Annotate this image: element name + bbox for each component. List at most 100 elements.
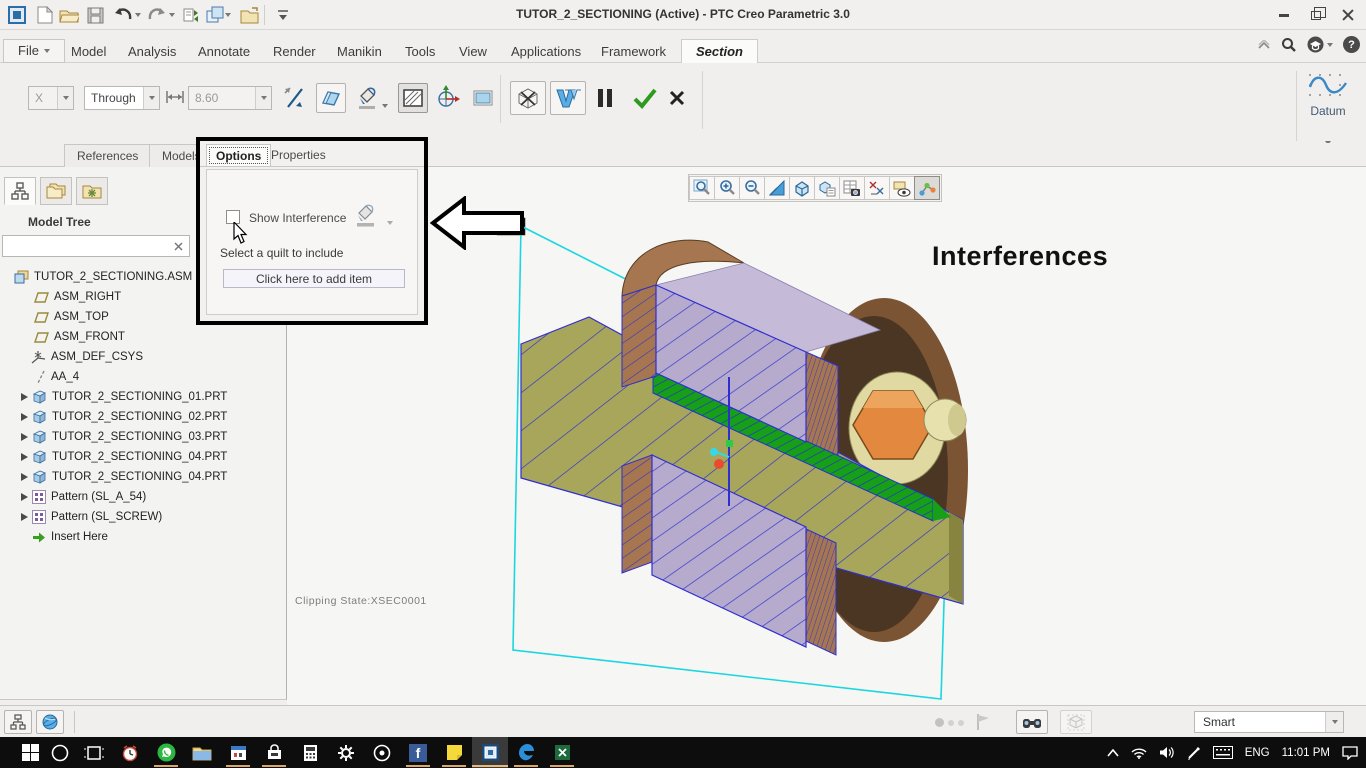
annotation-display-icon[interactable] [889,176,915,200]
tree-item-part[interactable]: TUTOR_2_SECTIONING_04.PRT [0,467,286,487]
tree-item-csys[interactable]: ASM_DEF_CSYS [0,347,286,367]
datum-group[interactable]: Datum [1298,71,1358,150]
selection-filter-dropdown[interactable]: Smart [1194,711,1344,733]
edge-icon[interactable] [508,737,544,768]
interference-color-bucket-icon[interactable] [353,202,379,228]
tab-render[interactable]: Render [258,39,331,63]
favorites-tab[interactable] [76,177,108,205]
language-indicator[interactable]: ENG [1245,747,1270,759]
pen-icon[interactable] [1187,746,1201,760]
sticky-notes-icon[interactable] [436,737,472,768]
excel-icon[interactable] [544,737,580,768]
settings-icon[interactable] [328,737,364,768]
task-view-icon[interactable] [76,737,112,768]
find-button[interactable] [1016,710,1048,734]
preview-rect-button[interactable] [468,83,498,113]
tree-item-insert-here[interactable]: Insert Here [0,527,286,547]
tree-item-part[interactable]: TUTOR_2_SECTIONING_03.PRT [0,427,286,447]
creo-taskbar-icon[interactable] [472,737,508,768]
zoom-in-icon[interactable] [714,176,740,200]
tab-annotate[interactable]: Annotate [183,39,265,63]
tab-view[interactable]: View [444,39,502,63]
hatch-color-bucket-button[interactable] [352,83,382,113]
restore-button[interactable] [1304,6,1328,24]
orient-axis-icon[interactable] [432,83,462,113]
calendar-icon[interactable] [220,737,256,768]
expand-icon[interactable] [18,391,30,403]
learning-connector-icon[interactable] [1307,36,1333,53]
tree-item-part[interactable]: TUTOR_2_SECTIONING_04.PRT [0,447,286,467]
toggle-browser-button[interactable] [36,710,64,734]
pause-icon[interactable] [598,89,612,107]
accept-icon[interactable] [632,87,658,109]
tab-manikin[interactable]: Manikin [322,39,397,63]
office-icon[interactable] [364,737,400,768]
tab-analysis[interactable]: Analysis [113,39,191,63]
tab-model[interactable]: Model [56,39,121,63]
touch-keyboard-icon[interactable] [1212,746,1233,759]
csys-red-handle[interactable] [714,459,724,469]
alarms-icon[interactable] [112,737,148,768]
refit-icon[interactable] [764,176,790,200]
csys-cyan-handle[interactable] [710,448,718,456]
zoom-region-icon[interactable] [689,176,715,200]
tab-tools[interactable]: Tools [390,39,450,63]
clock[interactable]: 11:01 PM [1282,747,1330,759]
spin-center-icon[interactable] [914,176,940,200]
cancel-icon[interactable] [668,89,686,107]
minimize-button[interactable] [1272,6,1296,24]
display-style-icon[interactable] [789,176,815,200]
search-icon[interactable] [1281,37,1297,53]
expand-icon[interactable] [18,451,30,463]
interference-wireframe-toggle[interactable] [510,81,546,115]
hatch-pattern-button[interactable] [398,83,428,113]
datum-display-filters-icon[interactable] [864,176,890,200]
close-button[interactable] [1336,6,1360,24]
zoom-out-icon[interactable] [739,176,765,200]
panel-tab-references[interactable]: References [64,144,152,167]
tray-expand-icon[interactable] [1107,748,1119,757]
toggle-model-tree-button[interactable] [4,710,32,734]
bucket-dropdown-icon[interactable] [387,212,393,230]
model-tree-tab[interactable] [4,177,36,205]
bucket-dropdown-icon[interactable] [382,95,388,113]
tree-item-axis[interactable]: AA_4 [0,367,286,387]
calculator-icon[interactable] [292,737,328,768]
tab-framework[interactable]: Framework [586,39,681,63]
action-center-icon[interactable] [1342,745,1358,760]
depth-option-combo[interactable]: Through [84,86,160,110]
tree-search-input[interactable] [7,238,167,254]
expand-icon[interactable] [18,491,30,503]
expand-icon[interactable] [18,431,30,443]
properties-tab[interactable]: Properties [262,144,335,167]
csys-green-handle[interactable] [726,440,733,447]
section-plane-button[interactable] [316,83,346,113]
store-icon[interactable] [256,737,292,768]
tree-item-plane[interactable]: ASM_FRONT [0,327,286,347]
saved-orientations-icon[interactable] [814,176,840,200]
expand-icon[interactable] [18,411,30,423]
interference-shaded-toggle[interactable] [550,81,586,115]
flip-direction-icon[interactable] [282,85,306,111]
whatsapp-icon[interactable] [148,737,184,768]
volume-icon[interactable] [1159,746,1175,759]
tree-item-pattern[interactable]: Pattern (SL_SCREW) [0,507,286,527]
collapse-ribbon-icon[interactable] [1257,39,1271,50]
file-explorer-icon[interactable] [184,737,220,768]
add-item-button[interactable]: Click here to add item [223,269,405,288]
tab-applications[interactable]: Applications [496,39,596,63]
facebook-icon[interactable]: f [400,737,436,768]
wifi-icon[interactable] [1131,747,1147,759]
box-select-button[interactable] [1060,710,1092,734]
expand-icon[interactable] [18,511,30,523]
tree-item-pattern[interactable]: Pattern (SL_A_54) [0,487,286,507]
tab-section[interactable]: Section [681,39,758,63]
folder-browser-tab[interactable] [40,177,72,205]
tree-search-box[interactable] [2,235,190,257]
tree-item-part[interactable]: TUTOR_2_SECTIONING_02.PRT [0,407,286,427]
expand-icon[interactable] [18,471,30,483]
cortana-icon[interactable] [42,737,78,768]
help-icon[interactable]: ? [1343,36,1360,53]
view-manager-icon[interactable] [839,176,865,200]
tree-item-part[interactable]: TUTOR_2_SECTIONING_01.PRT [0,387,286,407]
